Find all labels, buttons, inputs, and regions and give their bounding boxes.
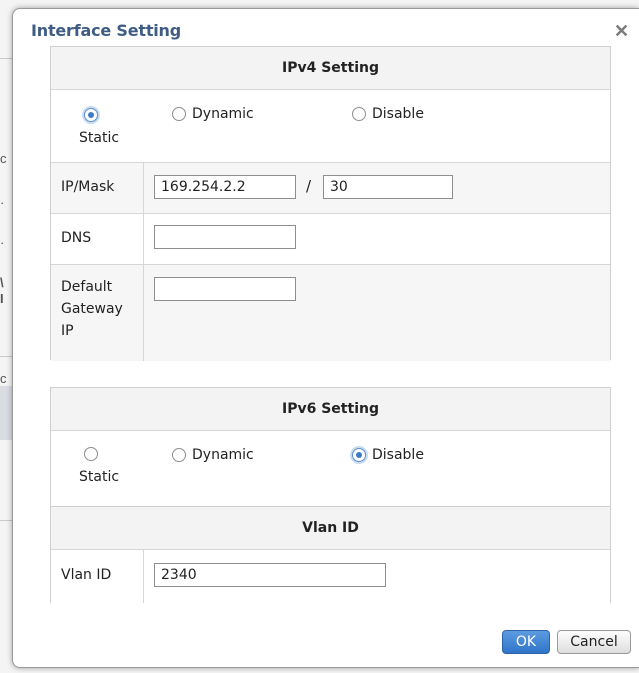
close-icon[interactable]: ✕ <box>614 22 629 40</box>
default-gateway-row: Default Gateway IP <box>51 264 610 361</box>
ipv4-disable-label: Disable <box>372 106 424 122</box>
vlan-heading: Vlan ID <box>51 507 610 550</box>
default-gateway-input[interactable] <box>154 277 296 301</box>
ip-address-input[interactable]: 169.254.2.2 <box>154 175 296 199</box>
radio-unselected-icon[interactable] <box>352 107 366 121</box>
vlan-id-input[interactable]: 2340 <box>154 563 386 587</box>
ipv6-static-label: Static <box>79 469 120 485</box>
radio-unselected-icon[interactable] <box>172 448 186 462</box>
radio-selected-icon[interactable] <box>84 108 98 122</box>
ipmask-label-cell: IP/Mask <box>51 163 144 213</box>
ipv6-static-radio[interactable]: Static <box>79 447 119 485</box>
ipv4-dynamic-label: Dynamic <box>192 106 254 122</box>
background-strip <box>0 386 12 440</box>
ipv6-heading: IPv6 Setting <box>51 388 610 431</box>
ipv4-disable-radio[interactable]: Disable <box>352 106 424 122</box>
background-text-fragment: I <box>0 291 4 306</box>
dns-input[interactable] <box>154 225 296 249</box>
dialog-title: Interface Setting <box>31 21 181 40</box>
ipv6-disable-radio[interactable]: Disable <box>352 447 424 463</box>
vlan-label: Vlan ID <box>61 567 112 583</box>
default-gateway-label-cell: Default Gateway IP <box>51 265 144 361</box>
ipv6-dynamic-radio[interactable]: Dynamic <box>172 447 254 463</box>
ipv4-setting-card: IPv4 Setting Static Dynamic Disable IP/M… <box>50 46 611 361</box>
ipmask-row: IP/Mask 169.254.2.2 / 30 <box>51 162 610 213</box>
ipv6-dynamic-label: Dynamic <box>192 447 254 463</box>
ipv6-setting-card: IPv6 Setting Static Dynamic Disable <box>50 387 611 506</box>
ipmask-value-cell: 169.254.2.2 / 30 <box>144 163 610 213</box>
default-gateway-label-line2: Gateway <box>61 301 123 317</box>
vlan-label-cell: Vlan ID <box>51 550 144 603</box>
ipv4-mode-radio-group: Static Dynamic Disable <box>51 90 610 162</box>
background-text-fragment: c <box>0 371 7 386</box>
vlan-row: Vlan ID 2340 <box>51 550 610 603</box>
interface-setting-dialog: Interface Setting ✕ IPv4 Setting Static … <box>12 8 639 668</box>
background-text-fragment: \ <box>0 275 4 290</box>
vlan-value-cell: 2340 <box>144 550 610 603</box>
ipmask-label: IP/Mask <box>61 179 115 195</box>
ipv6-disable-label: Disable <box>372 447 424 463</box>
radio-selected-icon[interactable] <box>352 448 366 462</box>
ok-button[interactable]: OK <box>502 630 550 654</box>
background-text-fragment: · <box>0 235 5 250</box>
default-gateway-value-cell <box>144 265 610 361</box>
radio-unselected-icon[interactable] <box>84 447 98 461</box>
radio-unselected-icon[interactable] <box>172 107 186 121</box>
dns-row: DNS <box>51 213 610 264</box>
default-gateway-label-line3: IP <box>61 323 74 339</box>
dns-label-cell: DNS <box>51 214 144 264</box>
ip-mask-separator: / <box>306 177 312 195</box>
ipv4-static-radio[interactable]: Static <box>79 108 119 146</box>
background-text-fragment: · <box>0 195 5 210</box>
vlan-card: Vlan ID Vlan ID 2340 <box>50 506 611 603</box>
ipv4-dynamic-radio[interactable]: Dynamic <box>172 106 254 122</box>
default-gateway-label-line1: Default <box>61 279 113 295</box>
background-text-fragment: c <box>0 151 7 166</box>
ipv4-static-label: Static <box>79 130 120 146</box>
ipv4-heading: IPv4 Setting <box>51 47 610 90</box>
dns-value-cell <box>144 214 610 264</box>
cancel-button[interactable]: Cancel <box>557 630 631 654</box>
subnet-mask-input[interactable]: 30 <box>323 175 453 199</box>
ipv6-mode-radio-group: Static Dynamic Disable <box>51 431 610 506</box>
dns-label: DNS <box>61 230 92 246</box>
